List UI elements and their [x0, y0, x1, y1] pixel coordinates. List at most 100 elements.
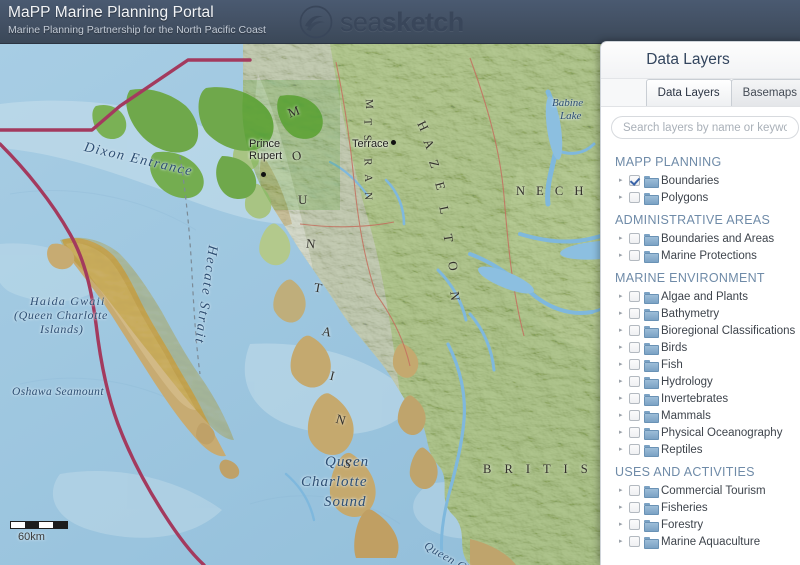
layer-row-fisheries[interactable]: ▸ Fisheries: [601, 499, 800, 516]
layer-label: Polygons: [661, 191, 709, 204]
layer-label: Bathymetry: [661, 307, 720, 320]
layer-checkbox-bioregional-classifications[interactable]: [629, 325, 640, 336]
seasketch-wave-circle-icon: [299, 5, 333, 39]
layer-checkbox-commercial-tourism[interactable]: [629, 485, 640, 496]
layer-row-invertebrates[interactable]: ▸ Invertebrates: [601, 390, 800, 407]
layer-row-algae-and-plants[interactable]: ▸ Algae and Plants: [601, 288, 800, 305]
layer-checkbox-mammals[interactable]: [629, 410, 640, 421]
layer-row-hydrology[interactable]: ▸ Hydrology: [601, 373, 800, 390]
layer-checkbox-invertebrates[interactable]: [629, 393, 640, 404]
layer-row-bathymetry[interactable]: ▸ Bathymetry: [601, 305, 800, 322]
folder-icon: [644, 325, 659, 338]
layer-label: Bioregional Classifications: [661, 324, 796, 337]
seasketch-logo[interactable]: seasketch: [298, 2, 464, 42]
chevron-right-icon[interactable]: ▸: [619, 394, 629, 404]
chevron-right-icon[interactable]: ▸: [619, 176, 629, 186]
layer-row-marine-protections[interactable]: ▸ Marine Protections: [601, 247, 800, 264]
folder-icon: [644, 427, 659, 440]
chevron-right-icon[interactable]: ▸: [619, 428, 629, 438]
layer-group-uses-and-activities: USES AND ACTIVITIES: [615, 465, 755, 479]
scalebar-seg-3: [39, 522, 53, 528]
layer-checkbox-polygons[interactable]: [629, 192, 640, 203]
layer-row-mammals[interactable]: ▸ Mammals: [601, 407, 800, 424]
layer-label: Hydrology: [661, 375, 713, 388]
scalebar-label: 60km: [18, 531, 45, 543]
chevron-right-icon[interactable]: ▸: [619, 360, 629, 370]
layer-label: Birds: [661, 341, 688, 354]
layer-checkbox-reptiles[interactable]: [629, 444, 640, 455]
chevron-right-icon[interactable]: ▸: [619, 251, 629, 261]
layer-row-marine-aquaculture[interactable]: ▸ Marine Aquaculture: [601, 533, 800, 550]
scalebar-track: [10, 521, 68, 529]
panel-header: Data Layers: [601, 42, 800, 79]
layer-row-polygons[interactable]: ▸ Polygons: [601, 189, 800, 206]
page-title: MaPP Marine Planning Portal: [8, 4, 214, 21]
layer-checkbox-birds[interactable]: [629, 342, 640, 353]
layer-label: Physical Oceanography: [661, 426, 783, 439]
chevron-right-icon[interactable]: ▸: [619, 377, 629, 387]
chevron-right-icon[interactable]: ▸: [619, 411, 629, 421]
folder-icon: [644, 393, 659, 406]
layer-checkbox-forestry[interactable]: [629, 519, 640, 530]
folder-icon: [644, 342, 659, 355]
layer-label: Commercial Tourism: [661, 484, 766, 497]
folder-icon: [644, 192, 659, 205]
layer-checkbox-fisheries[interactable]: [629, 502, 640, 513]
layer-row-commercial-tourism[interactable]: ▸ Commercial Tourism: [601, 482, 800, 499]
chevron-right-icon[interactable]: ▸: [619, 537, 629, 547]
chevron-right-icon[interactable]: ▸: [619, 309, 629, 319]
layer-checkbox-boundaries-and-areas[interactable]: [629, 233, 640, 244]
layer-row-bioregional-classifications[interactable]: ▸ Bioregional Classifications: [601, 322, 800, 339]
tab-basemaps[interactable]: Basemaps: [730, 79, 800, 106]
layer-checkbox-boundaries[interactable]: [629, 175, 640, 186]
chevron-right-icon[interactable]: ▸: [619, 503, 629, 513]
layer-label: Boundaries: [661, 174, 720, 187]
folder-icon: [644, 536, 659, 549]
layer-checkbox-fish[interactable]: [629, 359, 640, 370]
layer-label: Reptiles: [661, 443, 703, 456]
folder-icon: [644, 502, 659, 515]
layer-row-boundaries[interactable]: ▸ Boundaries: [601, 172, 800, 189]
folder-icon: [644, 444, 659, 457]
data-layers-panel: Data Layers Data Layers Basemaps MAPP PL…: [600, 41, 800, 565]
seasketch-wordmark: seasketch: [340, 7, 464, 38]
chevron-right-icon[interactable]: ▸: [619, 193, 629, 203]
chevron-right-icon[interactable]: ▸: [619, 520, 629, 530]
layer-group-mapp-planning: MAPP PLANNING: [615, 155, 722, 169]
chevron-right-icon[interactable]: ▸: [619, 343, 629, 353]
layer-group-administrative-areas: ADMINISTRATIVE AREAS: [615, 213, 771, 227]
folder-icon: [644, 291, 659, 304]
folder-icon: [644, 410, 659, 423]
folder-icon: [644, 175, 659, 188]
panel-tab-bar: Data Layers Basemaps: [601, 79, 800, 107]
search-input[interactable]: [611, 116, 799, 139]
app-root: MaPP Marine Planning Portal Marine Plann…: [0, 0, 800, 565]
layer-row-forestry[interactable]: ▸ Forestry: [601, 516, 800, 533]
layer-checkbox-algae-and-plants[interactable]: [629, 291, 640, 302]
folder-icon: [644, 308, 659, 321]
layer-search-wrap: [601, 107, 800, 147]
tab-data-layers[interactable]: Data Layers: [645, 79, 732, 106]
layer-checkbox-physical-oceanography[interactable]: [629, 427, 640, 438]
chevron-right-icon[interactable]: ▸: [619, 445, 629, 455]
chevron-right-icon[interactable]: ▸: [619, 292, 629, 302]
folder-icon: [644, 250, 659, 263]
logo-text-light: sea: [340, 6, 382, 37]
page-subtitle: Marine Planning Partnership for the Nort…: [8, 24, 266, 36]
chevron-right-icon[interactable]: ▸: [619, 234, 629, 244]
layer-row-fish[interactable]: ▸ Fish: [601, 356, 800, 373]
layer-row-birds[interactable]: ▸ Birds: [601, 339, 800, 356]
chevron-right-icon[interactable]: ▸: [619, 486, 629, 496]
layer-row-reptiles[interactable]: ▸ Reptiles: [601, 441, 800, 458]
layer-checkbox-bathymetry[interactable]: [629, 308, 640, 319]
layer-row-boundaries-and-areas[interactable]: ▸ Boundaries and Areas: [601, 230, 800, 247]
panel-title: Data Layers: [646, 51, 730, 68]
layer-checkbox-hydrology[interactable]: [629, 376, 640, 387]
layer-label: Algae and Plants: [661, 290, 748, 303]
folder-icon: [644, 359, 659, 372]
layer-label: Fish: [661, 358, 683, 371]
layer-checkbox-marine-protections[interactable]: [629, 250, 640, 261]
layer-row-physical-oceanography[interactable]: ▸ Physical Oceanography: [601, 424, 800, 441]
layer-checkbox-marine-aquaculture[interactable]: [629, 536, 640, 547]
chevron-right-icon[interactable]: ▸: [619, 326, 629, 336]
